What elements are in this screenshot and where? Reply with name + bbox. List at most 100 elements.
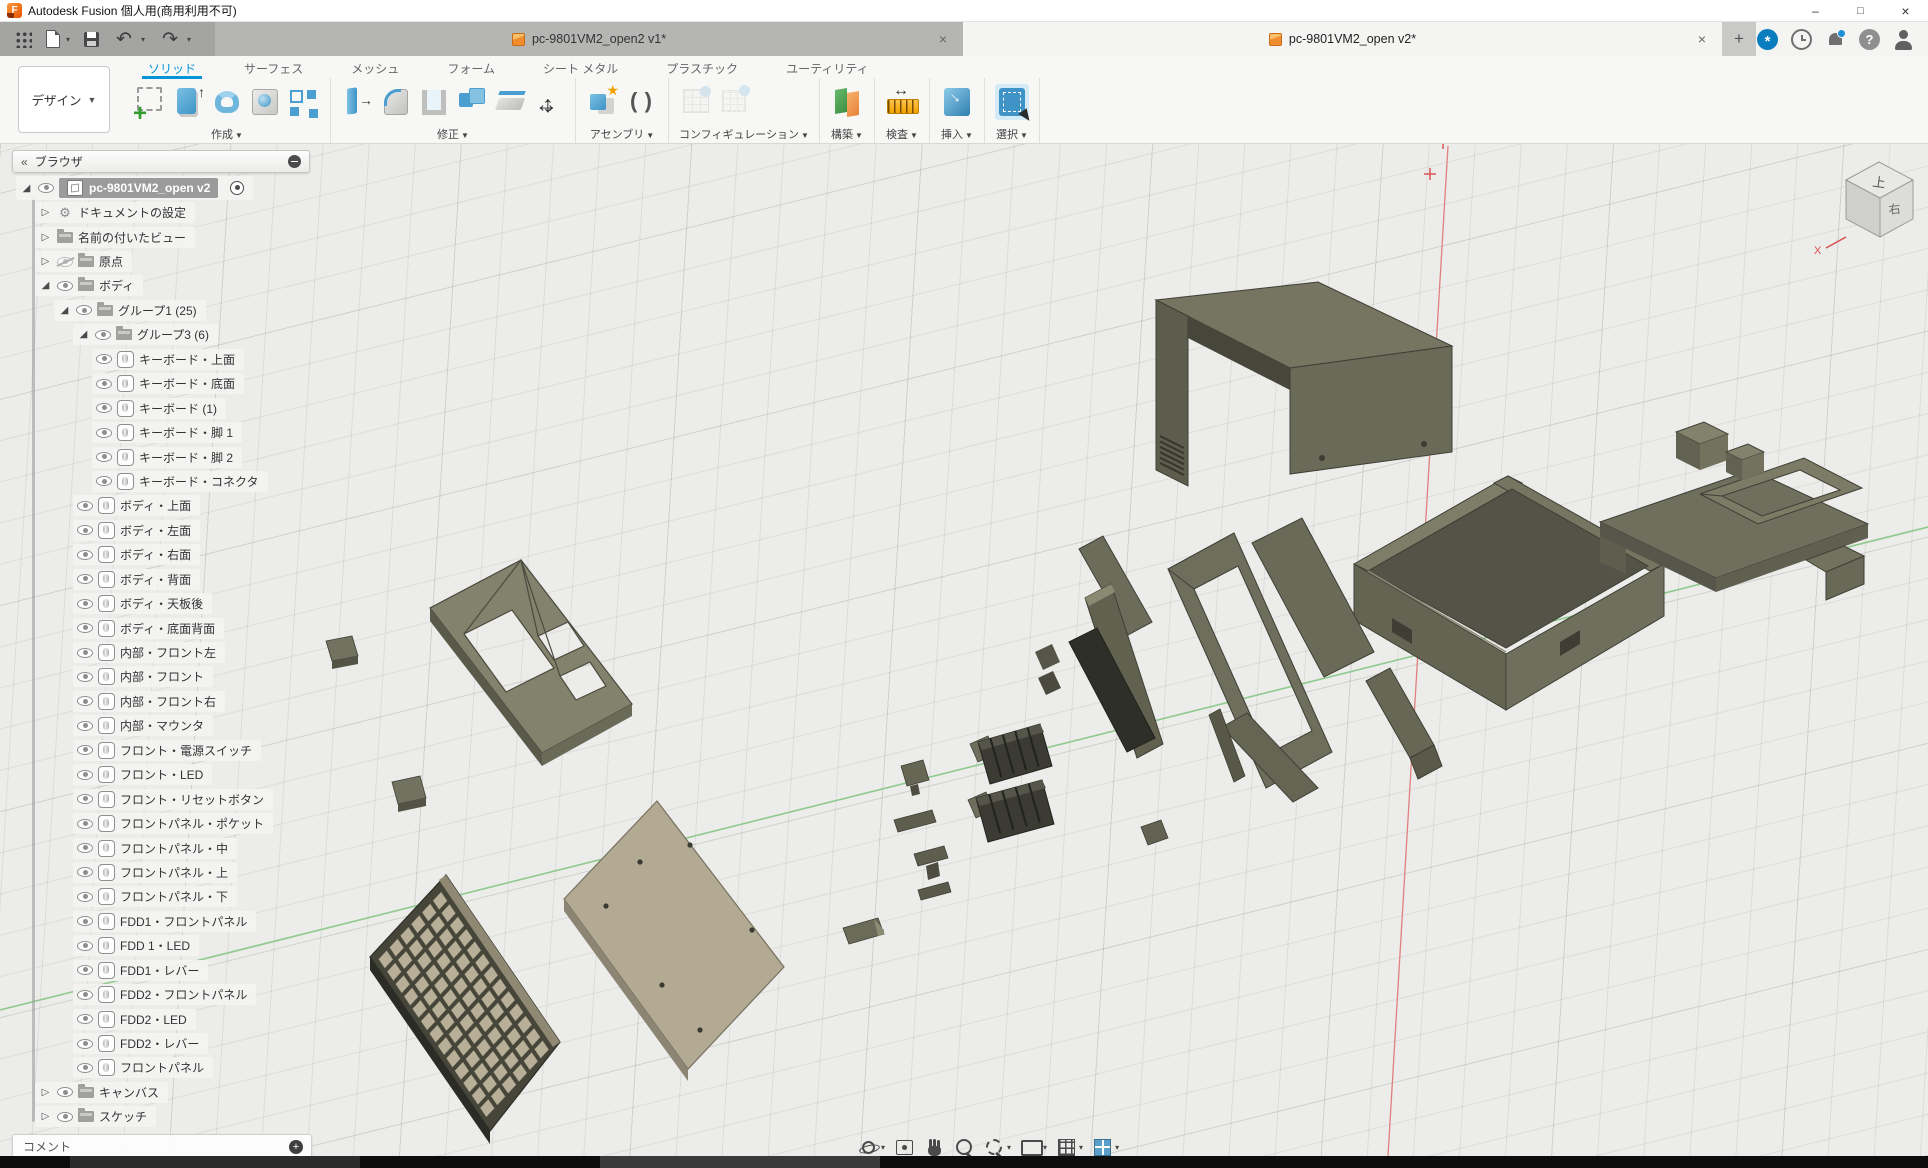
visibility-eye-icon[interactable] <box>77 745 93 755</box>
browser-tree-row[interactable]: ボディ <box>12 274 273 298</box>
browser-tree-row[interactable]: キーボード (1) <box>12 396 273 420</box>
revolve-button[interactable] <box>210 84 244 120</box>
chevron-down-icon[interactable] <box>1007 1143 1011 1152</box>
visibility-eye-icon[interactable] <box>77 672 93 682</box>
browser-tree-row[interactable]: FDD1・レバー <box>12 958 273 982</box>
browser-tree-row[interactable]: ボディ・上面 <box>12 494 273 518</box>
browser-panel-header[interactable]: ブラウザ <box>12 150 310 173</box>
chevron-down-icon[interactable] <box>881 1143 885 1152</box>
expand-node-icon[interactable] <box>39 1111 52 1122</box>
zoom-tool[interactable] <box>954 1137 975 1158</box>
combine-button[interactable] <box>455 84 489 120</box>
browser-tree-row[interactable]: FDD1・フロントパネル <box>12 909 273 933</box>
browser-tree-row[interactable]: フロントパネル・ポケット <box>12 811 273 835</box>
expand-node-icon[interactable] <box>39 207 52 218</box>
close-window-button[interactable] <box>1883 0 1928 21</box>
visibility-eye-icon[interactable] <box>57 257 73 267</box>
visibility-eye-icon[interactable] <box>96 452 112 462</box>
close-tab-icon[interactable] <box>935 31 951 47</box>
visibility-eye-icon[interactable] <box>77 770 93 780</box>
toolbar-group-label[interactable]: 修正▼ <box>341 126 565 143</box>
workspace-switcher[interactable]: デザイン ▼ <box>18 66 110 133</box>
browser-tree-row[interactable]: 内部・マウンタ <box>12 714 273 738</box>
extrude-button[interactable] <box>172 84 206 120</box>
visibility-eye-icon[interactable] <box>77 794 93 804</box>
visibility-eye-icon[interactable] <box>96 354 112 364</box>
rectangular-pattern-button[interactable] <box>286 84 320 120</box>
document-tab-2[interactable]: pc-9801VM2_open v2* <box>963 22 1722 56</box>
visibility-eye-icon[interactable] <box>96 476 112 486</box>
browser-tree-row[interactable]: ボディ・背面 <box>12 567 273 591</box>
chevron-down-icon[interactable] <box>1115 1143 1119 1152</box>
browser-tree-row[interactable]: フロント・リセットボタン <box>12 787 273 811</box>
minimize-panel-icon[interactable] <box>288 155 301 168</box>
visibility-eye-icon[interactable] <box>77 696 93 706</box>
collapse-node-icon[interactable] <box>77 329 90 340</box>
insert-button[interactable] <box>940 84 974 120</box>
visibility-eye-icon[interactable] <box>77 525 93 535</box>
browser-tree-row[interactable]: フロントパネル・中 <box>12 836 273 860</box>
insert-configuration-button[interactable] <box>717 84 751 120</box>
expand-node-icon[interactable] <box>39 232 52 243</box>
maximize-button[interactable] <box>1838 0 1883 21</box>
fillet-button[interactable] <box>379 84 413 120</box>
visibility-eye-icon[interactable] <box>77 1014 93 1024</box>
browser-tree-row[interactable]: グループ3 (6) <box>12 323 273 347</box>
new-component-button[interactable] <box>586 84 620 120</box>
visibility-eye-icon[interactable] <box>57 1087 73 1097</box>
browser-tree-row[interactable]: ボディ・底面背面 <box>12 616 273 640</box>
create-sketch-button[interactable] <box>134 84 168 120</box>
toolbar-group-label[interactable]: 選択▼ <box>995 126 1029 143</box>
press-pull-button[interactable] <box>341 84 375 120</box>
browser-tree-row[interactable]: ボディ・天板後 <box>12 591 273 615</box>
close-tab-icon[interactable] <box>1694 31 1710 47</box>
visibility-eye-icon[interactable] <box>77 623 93 633</box>
visibility-eye-icon[interactable] <box>77 648 93 658</box>
browser-tree-row[interactable]: キーボード・脚 2 <box>12 445 273 469</box>
offset-face-button[interactable] <box>493 84 527 120</box>
browser-tree-row[interactable]: キャンバス <box>12 1080 273 1104</box>
visibility-eye-icon[interactable] <box>77 1039 93 1049</box>
browser-tree-row[interactable]: ボディ・左面 <box>12 518 273 542</box>
visibility-eye-icon[interactable] <box>96 403 112 413</box>
browser-tree-row[interactable]: 名前の付いたビュー <box>12 225 273 249</box>
browser-tree-row[interactable]: フロントパネル・上 <box>12 860 273 884</box>
collapse-node-icon[interactable] <box>39 280 52 291</box>
lookat-tool[interactable] <box>894 1137 915 1158</box>
measure-button[interactable] <box>885 84 919 120</box>
file-menu-caret-icon[interactable]: ▾ <box>66 35 70 44</box>
visibility-eye-icon[interactable] <box>77 721 93 731</box>
visibility-eye-icon[interactable] <box>57 281 73 291</box>
redo-caret-icon[interactable]: ▾ <box>187 35 191 44</box>
browser-tree-row[interactable]: FDD2・フロントパネル <box>12 982 273 1006</box>
save-icon[interactable] <box>84 32 99 47</box>
toolbar-group-label[interactable]: 検査▼ <box>885 126 919 143</box>
ribbon-tab-サーフェス[interactable]: サーフェス <box>242 60 305 76</box>
browser-tree-row[interactable]: pc-9801VM2_open v2 <box>12 176 273 200</box>
ribbon-tab-フォーム[interactable]: フォーム <box>445 60 497 76</box>
shell-button[interactable] <box>417 84 451 120</box>
notifications-icon[interactable] <box>1825 29 1846 50</box>
add-comment-icon[interactable] <box>289 1140 303 1154</box>
undo-caret-icon[interactable]: ▾ <box>141 35 145 44</box>
browser-tree-row[interactable]: ボディ・右面 <box>12 543 273 567</box>
browser-tree-row[interactable]: 内部・フロント <box>12 665 273 689</box>
toolbar-group-label[interactable]: コンフィギュレーション▼ <box>679 126 809 143</box>
redo-icon[interactable] <box>159 28 181 50</box>
expand-node-icon[interactable] <box>39 1087 52 1098</box>
ribbon-tab-メッシュ[interactable]: メッシュ <box>349 60 401 76</box>
visibility-eye-icon[interactable] <box>77 892 93 902</box>
document-tab-1[interactable]: pc-9801VM2_open2 v1* <box>215 22 963 56</box>
configuration-table-button[interactable] <box>679 84 713 120</box>
extensions-icon[interactable] <box>1757 29 1778 50</box>
chevron-down-icon[interactable] <box>1043 1143 1047 1152</box>
visibility-eye-icon[interactable] <box>95 330 111 340</box>
visibility-eye-icon[interactable] <box>57 1112 73 1122</box>
browser-tree-row[interactable]: キーボード・脚 1 <box>12 420 273 444</box>
visibility-eye-icon[interactable] <box>77 574 93 584</box>
ribbon-tab-ユーティリティ[interactable]: ユーティリティ <box>784 60 871 76</box>
browser-tree-row[interactable]: ドキュメントの設定 <box>12 200 273 224</box>
browser-tree-row[interactable]: FDD 1・LED <box>12 934 273 958</box>
collapse-panel-icon[interactable] <box>21 155 28 169</box>
visibility-eye-icon[interactable] <box>96 379 112 389</box>
